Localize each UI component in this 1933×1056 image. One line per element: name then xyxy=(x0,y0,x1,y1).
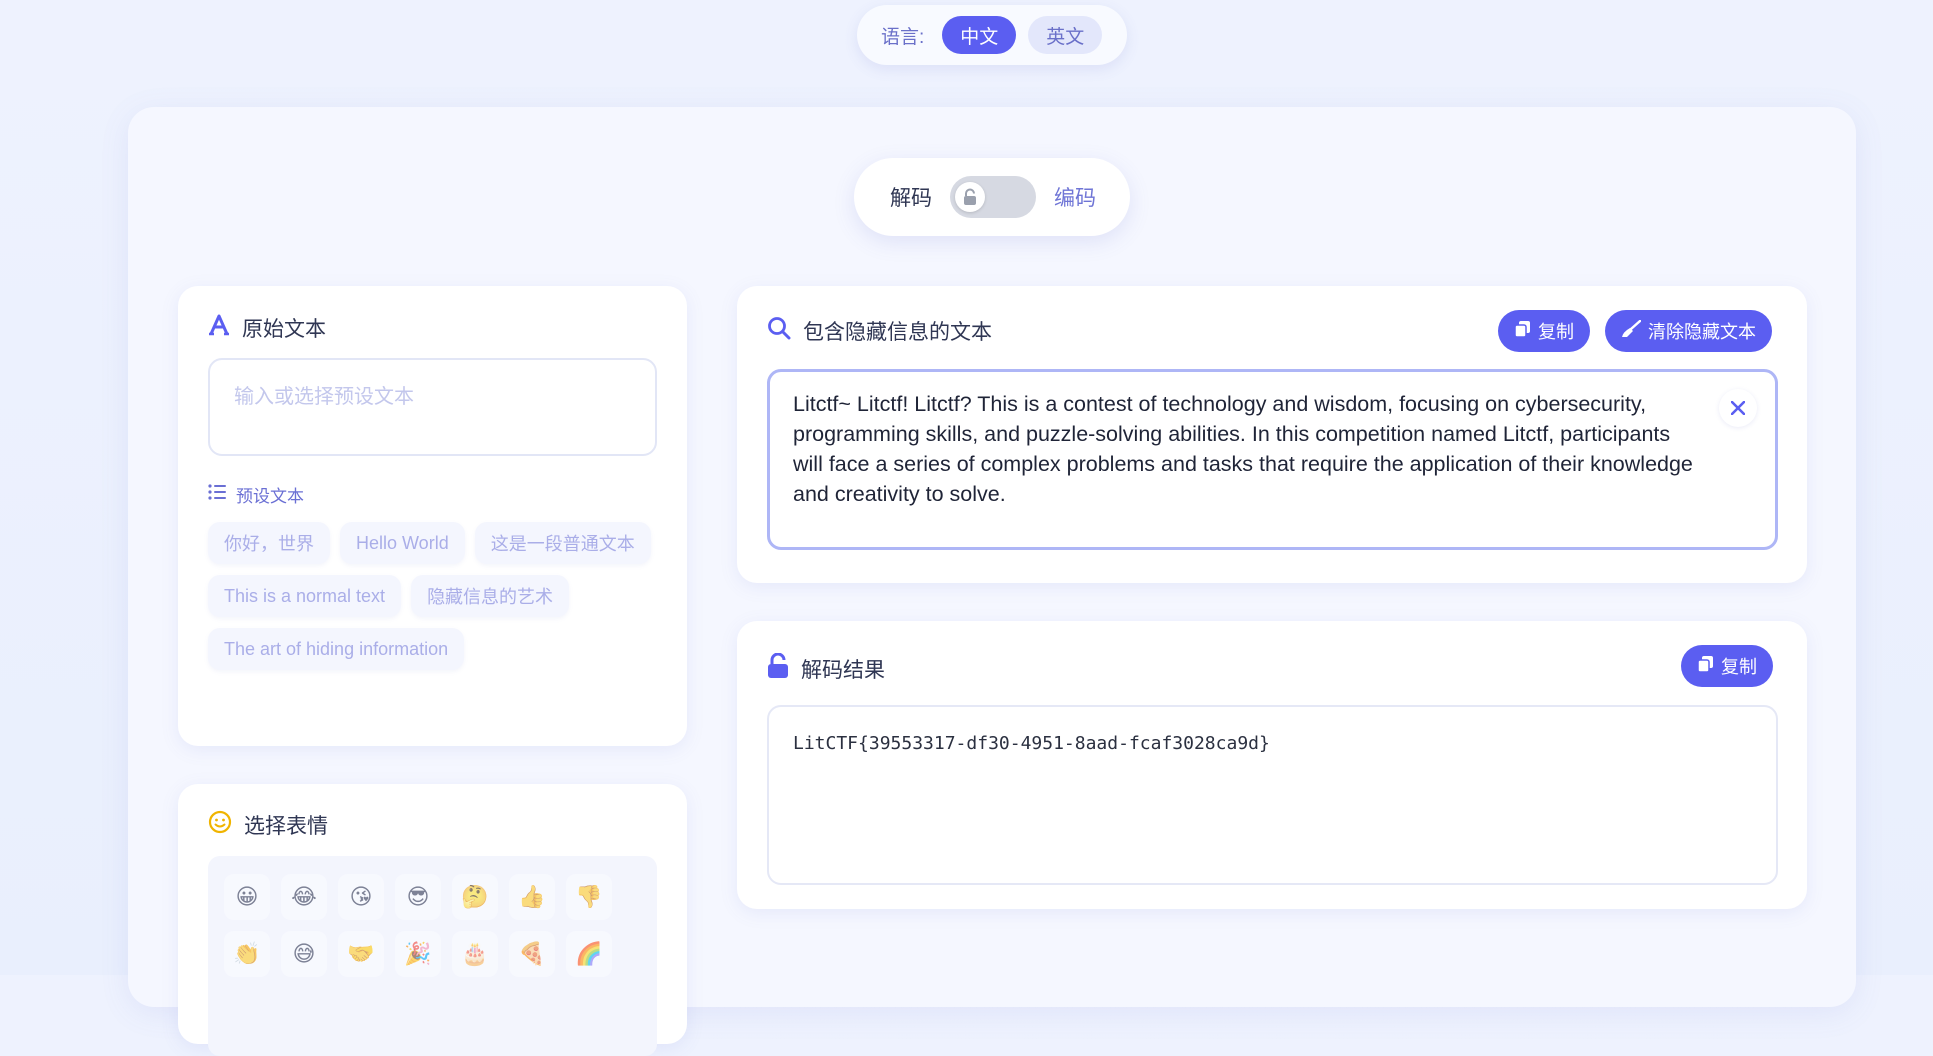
unlock-icon xyxy=(767,652,789,685)
original-text-header: 原始文本 xyxy=(208,313,326,343)
emoji-item[interactable]: 😂 xyxy=(281,874,327,920)
emoji-item[interactable]: 🤔 xyxy=(452,874,498,920)
language-option-en[interactable]: 英文 xyxy=(1028,16,1103,54)
list-icon xyxy=(208,484,226,505)
hidden-text-content: Litctf~ Litctf! Litctf? This is a contes… xyxy=(793,392,1693,506)
hidden-text-panel: 包含隐藏信息的文本 复制 清除隐藏文本 Litctf~ Litctf! Litc… xyxy=(737,286,1807,583)
hidden-text-header: 包含隐藏信息的文本 xyxy=(767,316,992,346)
emoji-item[interactable]: 👍 xyxy=(509,874,555,920)
language-switcher: 语言: 中文 英文 xyxy=(857,5,1127,65)
copy-result-label: 复制 xyxy=(1721,657,1757,677)
preset-chip[interactable]: 这是一段普通文本 xyxy=(474,522,651,564)
preset-chip[interactable]: This is a normal text xyxy=(208,575,402,617)
clear-text-button[interactable] xyxy=(1719,389,1757,427)
emoji-item[interactable]: 👏 xyxy=(224,931,270,977)
mode-toggle: 解码 编码 xyxy=(854,158,1130,236)
hidden-text-title: 包含隐藏信息的文本 xyxy=(803,321,992,344)
emoji-item[interactable]: 😘 xyxy=(338,874,384,920)
clear-hidden-label: 清除隐藏文本 xyxy=(1648,322,1756,342)
smile-icon xyxy=(208,810,232,840)
preset-chip[interactable]: 你好，世界 xyxy=(208,522,330,564)
preset-chip[interactable]: The art of hiding information xyxy=(208,628,465,670)
preset-text-title: 预设文本 xyxy=(236,487,304,506)
emoji-item[interactable]: 🤝 xyxy=(338,931,384,977)
emoji-grid: 😀 😂 😘 😎 🤔 👍 👎 👏 😅 🤝 🎉 🎂 🍕 🌈 xyxy=(208,856,657,1056)
emoji-item[interactable]: 😅 xyxy=(281,931,327,977)
decode-result-value: LitCTF{39553317-df30-4951-8aad-fcaf3028c… xyxy=(793,733,1270,754)
emoji-header: 选择表情 xyxy=(208,810,328,840)
emoji-item[interactable]: 🎉 xyxy=(395,931,441,977)
copy-hidden-label: 复制 xyxy=(1538,322,1574,342)
lock-open-icon xyxy=(955,182,985,212)
language-option-zh[interactable]: 中文 xyxy=(942,16,1017,54)
preset-text-header: 预设文本 xyxy=(208,482,304,507)
hidden-text-area[interactable]: Litctf~ Litctf! Litctf? This is a contes… xyxy=(767,369,1778,550)
preset-chip-list: 你好，世界 Hello World 这是一段普通文本 This is a nor… xyxy=(208,522,657,670)
copy-icon xyxy=(1697,655,1714,678)
copy-icon xyxy=(1514,320,1531,343)
search-icon xyxy=(767,316,791,346)
font-a-icon xyxy=(208,314,230,342)
emoji-item[interactable]: 👎 xyxy=(566,874,612,920)
preset-chip[interactable]: 隐藏信息的艺术 xyxy=(411,575,570,617)
copy-hidden-button[interactable]: 复制 xyxy=(1498,310,1590,352)
emoji-item[interactable]: 🎂 xyxy=(452,931,498,977)
emoji-title: 选择表情 xyxy=(244,815,328,838)
close-icon xyxy=(1730,393,1746,423)
preset-chip[interactable]: Hello World xyxy=(340,522,465,564)
emoji-item[interactable]: 🌈 xyxy=(566,931,612,977)
mode-switch[interactable] xyxy=(950,176,1036,218)
language-label: 语言: xyxy=(881,26,925,48)
broom-icon xyxy=(1621,319,1642,343)
decode-result-title: 解码结果 xyxy=(801,659,885,682)
decode-mode-label[interactable]: 解码 xyxy=(890,182,932,212)
clear-hidden-button[interactable]: 清除隐藏文本 xyxy=(1605,310,1772,352)
emoji-item[interactable]: 🍕 xyxy=(509,931,555,977)
decode-result-output[interactable]: LitCTF{39553317-df30-4951-8aad-fcaf3028c… xyxy=(767,705,1778,885)
encode-mode-label[interactable]: 编码 xyxy=(1054,182,1096,212)
original-text-input[interactable] xyxy=(208,358,657,456)
emoji-item[interactable]: 😎 xyxy=(395,874,441,920)
emoji-item[interactable]: 😀 xyxy=(224,874,270,920)
original-text-title: 原始文本 xyxy=(242,318,326,341)
original-text-panel: 原始文本 预设文本 你好，世界 Hello World 这是一段普通文本 Thi… xyxy=(178,286,687,746)
emoji-panel: 选择表情 😀 😂 😘 😎 🤔 👍 👎 👏 😅 🤝 🎉 🎂 🍕 🌈 xyxy=(178,784,687,1056)
decode-result-header: 解码结果 xyxy=(767,652,885,685)
decode-result-panel: 解码结果 复制 LitCTF{39553317-df30-4951-8aad-f… xyxy=(737,621,1807,909)
copy-result-button[interactable]: 复制 xyxy=(1681,645,1773,687)
